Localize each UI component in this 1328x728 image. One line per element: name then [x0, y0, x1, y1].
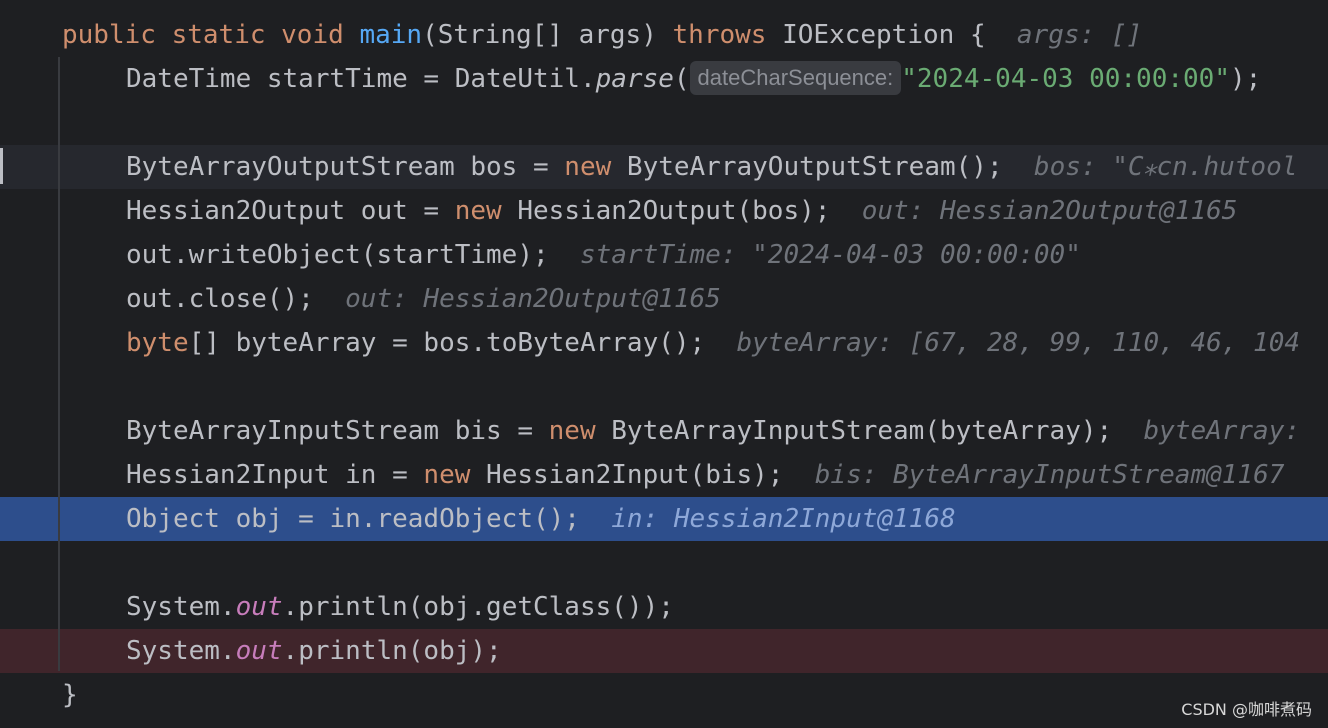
code-text: System. [126, 592, 236, 622]
code-line-hessian-input[interactable]: Hessian2Input in = new Hessian2Input(bis… [0, 453, 1328, 497]
code-text: DateTime startTime = DateUtil. [126, 64, 596, 94]
code-line-read-object[interactable]: Object obj = in.readObject(); in: Hessia… [0, 497, 1328, 541]
code-line-closing-brace[interactable]: } [0, 673, 1328, 717]
debug-value-hint: out: Hessian2Output@1165 [345, 284, 721, 314]
keyword-new: new [548, 416, 596, 446]
method-parse: parse [595, 64, 674, 94]
code-line-parse-date[interactable]: DateTime startTime = DateUtil.parse(date… [0, 57, 1328, 101]
debug-value-hint: byteArray: [1143, 416, 1301, 446]
debug-value-hint: bos: "C⁎cn.hutool [1033, 152, 1298, 182]
keyword-new: new [564, 152, 612, 182]
code-text: System. [126, 636, 236, 666]
method-name-main: main [359, 20, 423, 50]
code-text: Hessian2Input in = [126, 460, 424, 490]
debug-value-hint: args: [] [1016, 20, 1143, 50]
code-line-byte-array[interactable]: byte[] byteArray = bos.toByteArray(); by… [0, 321, 1328, 365]
method-params: (String[] args) [422, 20, 657, 50]
debug-value-hint: bis: ByteArrayInputStream@1167 [814, 460, 1285, 490]
keyword-void: void [281, 20, 344, 50]
code-text: out.close(); [126, 284, 314, 314]
code-line-bos[interactable]: ByteArrayOutputStream bos = new ByteArra… [0, 145, 1328, 189]
code-editor[interactable]: public static void main(String[] args) t… [0, 0, 1328, 728]
code-line-println-class[interactable]: System.out.println(obj.getClass()); [0, 585, 1328, 629]
closing-brace: } [62, 680, 78, 710]
keyword-public: public [62, 20, 156, 50]
code-line-close[interactable]: out.close(); out: Hessian2Output@1165 [0, 277, 1328, 321]
debug-value-hint: out: Hessian2Output@1165 [861, 196, 1238, 226]
code-line-hessian-output[interactable]: Hessian2Output out = new Hessian2Output(… [0, 189, 1328, 233]
code-line-println-obj[interactable]: System.out.println(obj); [0, 629, 1328, 673]
code-text: ByteArrayOutputStream(); [611, 152, 1003, 182]
code-text: .println(obj.getClass()); [282, 592, 674, 622]
debug-value-hint: in: Hessian2Input@1168 [611, 504, 956, 534]
keyword-static: static [171, 20, 266, 50]
exception-type: IOException { [782, 20, 986, 50]
code-text: ByteArrayInputStream(byteArray); [595, 416, 1113, 446]
code-text: ( [673, 64, 690, 94]
code-line-method-signature[interactable]: public static void main(String[] args) t… [0, 13, 1328, 57]
static-field-out: out [235, 636, 283, 666]
keyword-throws: throws [672, 20, 767, 50]
code-text: Hessian2Output out = [126, 196, 455, 226]
debug-value-hint: startTime: "2024-04-03 00:00:00" [579, 240, 1081, 270]
keyword-new: new [454, 196, 502, 226]
code-text: .println(obj); [282, 636, 502, 666]
code-text: ByteArrayInputStream bis = [126, 416, 549, 446]
code-text: ); [1229, 64, 1262, 94]
code-text: [] byteArray = bos.toByteArray(); [188, 328, 706, 358]
code-line-write-object[interactable]: out.writeObject(startTime); startTime: "… [0, 233, 1328, 277]
code-line-bis[interactable]: ByteArrayInputStream bis = new ByteArray… [0, 409, 1328, 453]
code-text: Hessian2Input(bis); [470, 460, 784, 490]
watermark: CSDN @咖啡煮码 [1181, 700, 1312, 719]
keyword-new: new [423, 460, 471, 490]
code-text: out.writeObject(startTime); [126, 240, 549, 270]
code-text: Hessian2Output(bos); [501, 196, 831, 226]
code-text: ByteArrayOutputStream bos = [126, 152, 565, 182]
keyword-byte: byte [126, 328, 189, 358]
static-field-out: out [235, 592, 283, 622]
debug-value-hint: byteArray: [67, 28, 99, 110, 46, 104 [736, 328, 1301, 358]
code-text: Object obj = in.readObject(); [126, 504, 580, 534]
string-literal: "2024-04-03 00:00:00" [901, 64, 1230, 94]
parameter-name-inlay: dateCharSequence: [689, 60, 902, 95]
